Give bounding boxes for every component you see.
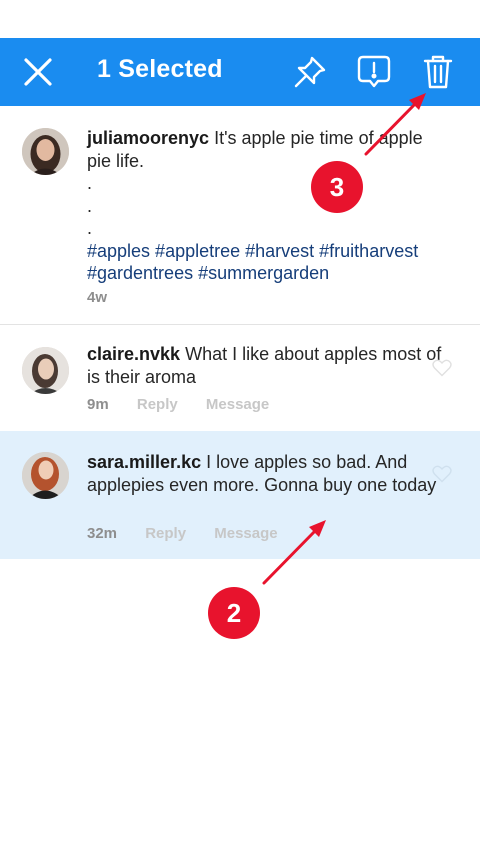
arrow-to-trash xyxy=(364,101,418,156)
arrow-to-selected-comment xyxy=(262,528,318,585)
step-2-badge: 2 xyxy=(208,587,260,639)
step-3-badge: 3 xyxy=(311,161,363,213)
annotation-arrows xyxy=(262,93,426,585)
